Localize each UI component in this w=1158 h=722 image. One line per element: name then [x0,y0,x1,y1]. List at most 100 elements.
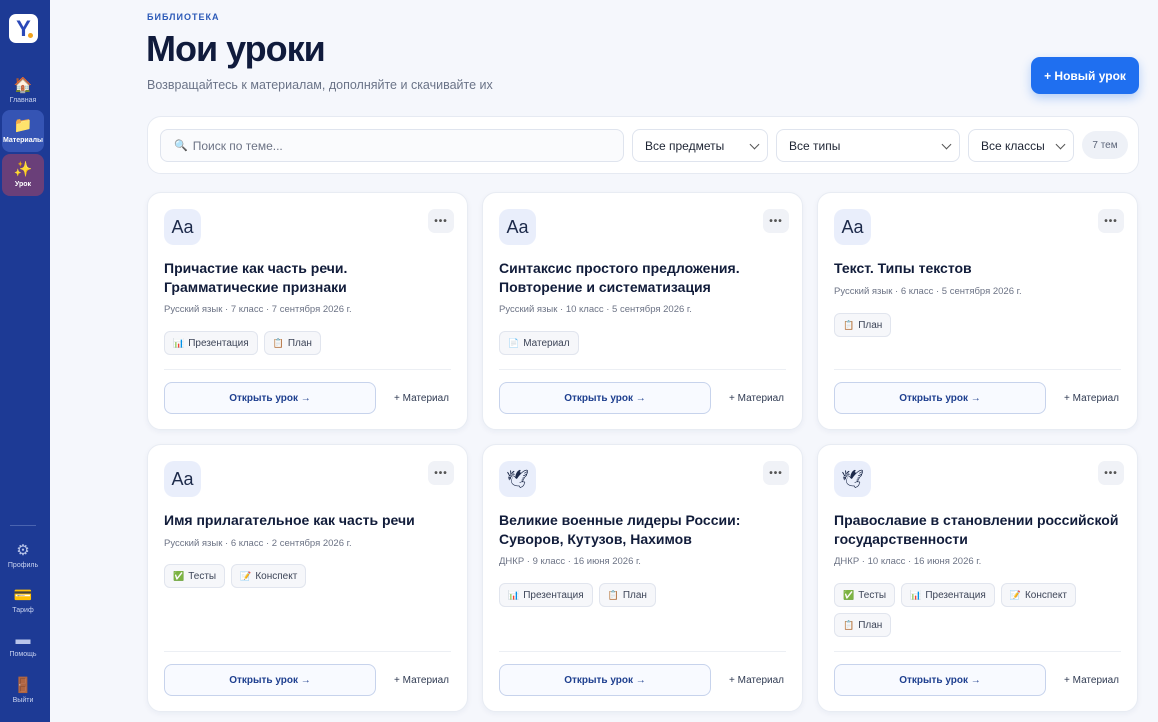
folder-icon: 📁 [13,117,33,134]
material-tag[interactable]: 📋 План [834,313,892,337]
sidebar-item-materials[interactable]: 📁 Материалы [2,110,44,152]
sidebar-item-tariff[interactable]: 💳 Тариф [2,580,44,622]
card-divider [164,651,451,652]
app-logo[interactable]: Y [9,14,38,43]
sidebar-item-label: Профиль [7,562,39,569]
material-tag-label: Тесты [188,570,217,582]
material-tag[interactable]: 📝 Конспект [1000,583,1076,607]
add-material-button[interactable]: + Материал [394,393,449,404]
material-tag[interactable]: 📋 План [834,613,892,637]
lesson-card: Aa ••• Синтаксис простого предложения. П… [482,192,803,430]
more-options-button[interactable]: ••• [428,461,454,485]
card-divider [834,651,1121,652]
sidebar-item-label: Урок [14,181,32,188]
add-material-button[interactable]: + Материал [729,393,784,404]
checkbox-icon: ✅ [173,570,185,581]
dove-icon: 🕊 [834,461,871,497]
material-tags: ✅ Тесты 📝 Конспект [164,564,454,588]
material-tag[interactable]: 📋 План [263,331,321,355]
open-lesson-button[interactable]: Открыть урок → [164,664,376,696]
filter-bar: 🔍 Все предметы Все типы Все классы 7 тем [147,116,1139,174]
search-icon: 🔍 [174,140,188,152]
checkbox-icon: ✅ [843,589,855,600]
lesson-title: Великие военные лидеры России: Суворов, … [499,512,741,547]
material-tag[interactable]: 📊 Презентация [164,331,258,355]
russian-language-icon: Aa [499,209,536,245]
open-lesson-button[interactable]: Открыть урок → [834,382,1046,414]
memo-icon: 📝 [1009,589,1021,600]
topic-count-badge: 7 тем [1082,131,1128,159]
page-subtitle: Возвращайтесь к материалам, дополняйте и… [147,78,493,92]
lesson-meta: Русский язык · 7 класс · 7 сентября 2026… [164,304,352,315]
lesson-title: Причастие как часть речи. Грамматические… [164,260,348,295]
more-options-button[interactable]: ••• [1098,461,1124,485]
add-material-button[interactable]: + Материал [729,675,784,686]
grade-select-value: Все классы [981,138,1045,153]
open-lesson-button[interactable]: Открыть урок → [499,664,711,696]
sidebar-item-profile[interactable]: ⚙ Профиль [2,535,44,577]
sidebar-item-label: Помощь [9,651,37,658]
lesson-card: Aa ••• Имя прилагательное как часть речи… [147,444,468,712]
card-divider [499,369,786,370]
open-lesson-button[interactable]: Открыть урок → [834,664,1046,696]
sidebar-item-lesson[interactable]: ✨ Урок [2,154,44,196]
section-kicker: БИБЛИОТЕКА [147,12,220,22]
lesson-card: 🕊 ••• Великие военные лидеры России: Сув… [482,444,803,712]
sidebar-item-logout[interactable]: 🚪 Выйти [2,670,44,712]
material-tags: 📄 Материал [499,331,789,355]
material-tag-label: Презентация [188,337,249,349]
search-input[interactable] [192,138,593,153]
search-field[interactable]: 🔍 [160,129,624,162]
more-options-button[interactable]: ••• [763,209,789,233]
material-tag[interactable]: ✅ Тесты [834,583,896,607]
clipboard-icon: 📋 [272,337,284,348]
subject-select-value: Все предметы [645,138,725,153]
page-title: Мои уроки [146,28,326,69]
material-tag[interactable]: ✅ Тесты [164,564,226,588]
door-icon: 🚪 [13,677,33,694]
card-divider [834,369,1121,370]
add-material-button[interactable]: + Материал [394,675,449,686]
sidebar-item-home[interactable]: 🏠 Главная [2,70,44,112]
clipboard-icon: 📋 [843,619,855,630]
material-tags: ✅ Тесты 📊 Презентация 📝 Конспект 📋 План [834,583,1124,637]
material-tag[interactable]: 📄 Материал [499,331,579,355]
lesson-meta: Русский язык · 6 класс · 5 сентября 2026… [834,286,1022,297]
chevron-down-icon [941,139,952,150]
clipboard-icon: 📋 [843,319,855,330]
material-tag[interactable]: 📊 Презентация [901,583,995,607]
chart-icon: 📊 [508,589,520,600]
material-tag[interactable]: 📊 Презентация [499,583,593,607]
more-options-button[interactable]: ••• [428,209,454,233]
subject-select[interactable]: Все предметы [632,129,768,162]
type-select[interactable]: Все типы [776,129,960,162]
sparkles-icon: ✨ [13,161,33,178]
clipboard-icon: 📋 [607,589,619,600]
more-options-button[interactable]: ••• [763,461,789,485]
material-tag-label: Материал [523,337,570,349]
lesson-meta: Русский язык · 10 класс · 5 сентября 202… [499,304,692,315]
chevron-down-icon [1055,139,1066,150]
material-tags: 📋 План [834,313,1124,337]
credit-card-icon: 💳 [13,587,33,604]
chevron-down-icon [749,139,760,150]
lesson-title: Синтаксис простого предложения. Повторен… [499,260,740,295]
material-tag-label: Конспект [255,570,298,582]
open-lesson-button[interactable]: Открыть урок → [499,382,711,414]
material-tag-label: План [622,589,647,601]
add-material-button[interactable]: + Материал [1064,393,1119,404]
gear-icon: ⚙ [16,542,30,559]
open-lesson-button[interactable]: Открыть урок → [164,382,376,414]
more-options-button[interactable]: ••• [1098,209,1124,233]
chart-icon: 📊 [910,589,922,600]
material-tag[interactable]: 📝 Конспект [231,564,307,588]
material-tag[interactable]: 📋 План [598,583,656,607]
lesson-card: 🕊 ••• Православие в становлении российск… [817,444,1138,712]
sidebar-item-label: Главная [9,97,37,104]
grade-select[interactable]: Все классы [968,129,1074,162]
sidebar-item-help[interactable]: ▬ Помощь [2,624,44,666]
card-divider [499,651,786,652]
add-material-button[interactable]: + Материал [1064,675,1119,686]
sidebar-item-label: Материалы [2,137,44,144]
new-lesson-button[interactable]: + Новый урок [1031,57,1139,94]
